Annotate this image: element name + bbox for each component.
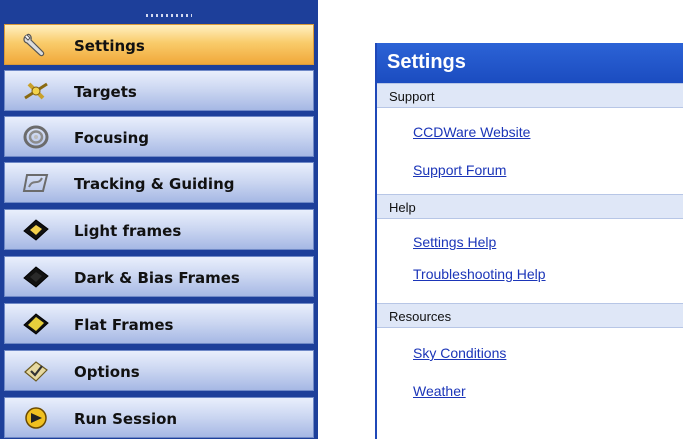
section-title: Support xyxy=(389,89,435,104)
link-settings-help[interactable]: Settings Help xyxy=(413,234,496,250)
nav-item-label: Light frames xyxy=(74,222,182,240)
nav-item-label: Tracking & Guiding xyxy=(74,175,235,193)
nav-item-label: Focusing xyxy=(74,129,149,147)
run-session-icon xyxy=(21,405,51,431)
nav-item-targets[interactable]: Targets xyxy=(4,70,314,111)
section-header-resources: Resources xyxy=(377,303,683,328)
nav-item-dark-bias-frames[interactable]: Dark & Bias Frames xyxy=(4,256,314,297)
focus-rings-icon xyxy=(21,124,51,150)
flat-frame-icon xyxy=(21,311,51,337)
section-header-support: Support xyxy=(377,83,683,108)
navigation-panel: Settings Targets Focusing Tracking & Gui… xyxy=(0,0,318,439)
section-title: Help xyxy=(389,200,416,215)
nav-item-label: Targets xyxy=(74,83,137,101)
nav-item-label: Dark & Bias Frames xyxy=(74,269,240,287)
pane-title: Settings xyxy=(387,51,466,73)
light-frame-icon xyxy=(21,217,51,243)
nav-item-flat-frames[interactable]: Flat Frames xyxy=(4,303,314,344)
nav-item-tracking-guiding[interactable]: Tracking & Guiding xyxy=(4,162,314,203)
dark-frame-icon xyxy=(21,264,51,290)
link-sky-conditions[interactable]: Sky Conditions xyxy=(413,345,506,361)
nav-item-settings[interactable]: Settings xyxy=(4,24,314,65)
nav-item-label: Options xyxy=(74,363,140,381)
link-ccdware-website[interactable]: CCDWare Website xyxy=(413,124,530,140)
grip-dots xyxy=(146,14,192,17)
link-weather[interactable]: Weather xyxy=(413,383,466,399)
nav-item-run-session[interactable]: Run Session xyxy=(4,397,314,438)
nav-item-light-frames[interactable]: Light frames xyxy=(4,209,314,250)
target-satellite-icon xyxy=(21,78,51,104)
options-check-icon xyxy=(21,358,51,384)
link-troubleshooting-help[interactable]: Troubleshooting Help xyxy=(413,266,546,282)
nav-item-label: Run Session xyxy=(74,410,178,428)
wrench-icon xyxy=(21,32,51,58)
nav-item-focusing[interactable]: Focusing xyxy=(4,116,314,157)
nav-item-label: Flat Frames xyxy=(74,316,174,334)
panel-grip[interactable] xyxy=(0,0,318,22)
settings-pane: Settings Support CCDWare Website Support… xyxy=(375,43,683,439)
nav-item-options[interactable]: Options xyxy=(4,350,314,391)
pane-header: Settings xyxy=(377,43,683,83)
section-header-help: Help xyxy=(377,194,683,219)
tracking-icon xyxy=(21,170,51,196)
nav-item-label: Settings xyxy=(74,37,145,55)
link-support-forum[interactable]: Support Forum xyxy=(413,162,506,178)
section-title: Resources xyxy=(389,309,452,324)
